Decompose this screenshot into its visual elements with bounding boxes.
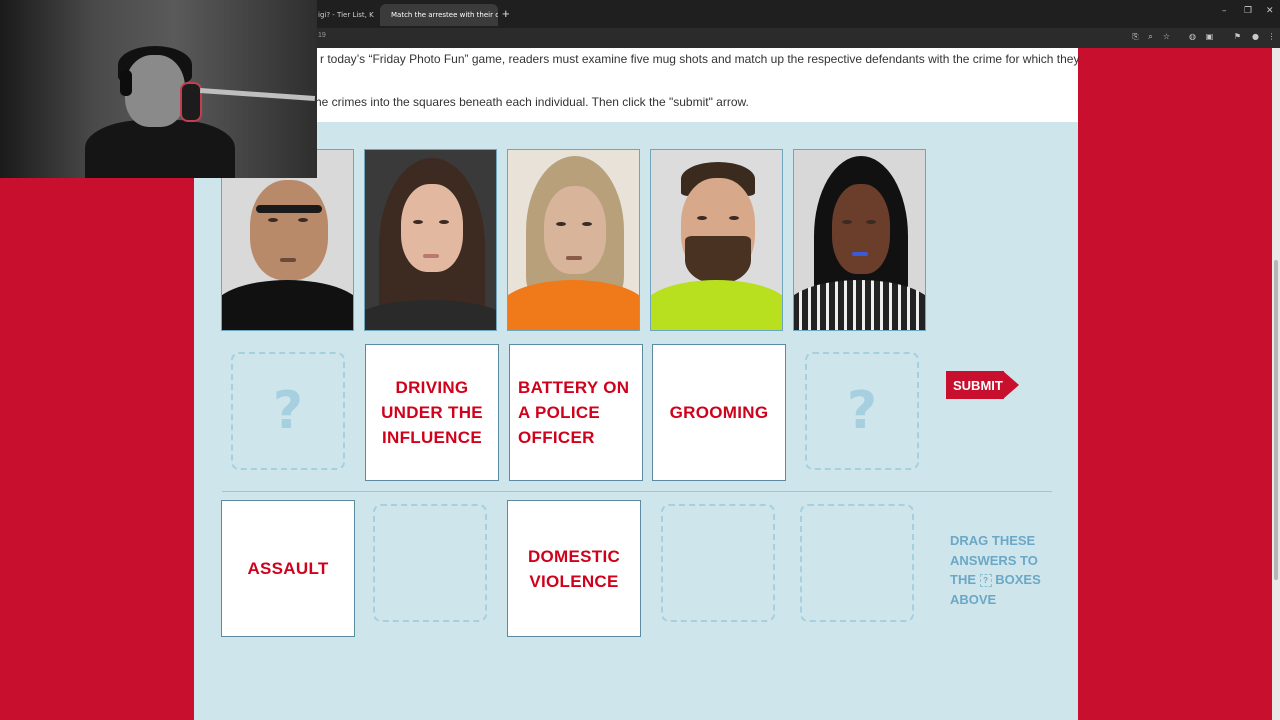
answer-bank-empty-2	[373, 504, 487, 622]
profile-avatar-icon[interactable]: ●	[1250, 31, 1261, 42]
intro-line-1: r today’s “Friday Photo Fun” game, reade…	[320, 52, 1080, 66]
microphone-icon	[180, 82, 202, 122]
mugshot-3	[507, 149, 640, 331]
drag-hint-line-1: DRAG THESE	[950, 533, 1036, 548]
close-window-button[interactable]: ✕	[1266, 6, 1274, 16]
flag-extension-icon[interactable]: ⚑	[1232, 31, 1243, 42]
answer-slot-5[interactable]: ?	[805, 352, 919, 470]
tab-label: igi? - Tier List, K	[318, 11, 374, 19]
answer-bank-card-3[interactable]: DOMESTIC VIOLENCE	[507, 500, 641, 637]
drag-hint-boxes: BOXES	[995, 572, 1041, 587]
drag-instructions: DRAG THESE ANSWERS TO THE ? BOXES ABOVE	[950, 531, 1060, 609]
intro-line-2: he crimes into the squares beneath each …	[315, 95, 749, 109]
drag-hint-line-4: ABOVE	[950, 591, 997, 607]
extension-icon[interactable]: ◍	[1187, 31, 1198, 42]
menu-kebab-icon[interactable]: ⋮	[1266, 31, 1277, 42]
placed-answer-2[interactable]: DRIVING UNDER THE INFLUENCE	[365, 344, 499, 481]
translate-icon[interactable]: ⎘	[1130, 31, 1141, 42]
placed-answer-3[interactable]: BATTERY ON A POLICE OFFICER	[509, 344, 643, 481]
answer-label: ASSAULT	[247, 559, 329, 578]
scrollbar-thumb[interactable]	[1274, 260, 1278, 580]
intro-paragraph: r today’s “Friday Photo Fun” game, reade…	[194, 48, 1080, 122]
new-tab-button[interactable]: +	[502, 6, 510, 21]
tab-label: Match the arrestee with their c	[391, 11, 498, 19]
headphones-icon	[120, 70, 132, 96]
answer-bank-empty-5	[800, 504, 914, 622]
page-side-panel-right	[1078, 48, 1280, 720]
browser-tab-match-arrestee[interactable]: Match the arrestee with their c ✕	[380, 4, 498, 26]
answer-bank-card-1[interactable]: ASSAULT	[221, 500, 355, 637]
answer-slot-1[interactable]: ?	[231, 352, 345, 470]
submit-arrow-icon	[1003, 371, 1019, 399]
drag-hint-line-3: THE ? BOXES	[950, 570, 1060, 590]
zoom-icon[interactable]: ⌕	[1145, 31, 1156, 42]
submit-label: SUBMIT	[946, 371, 1004, 399]
mugshot-4	[650, 149, 783, 331]
mugshot-5	[793, 149, 926, 331]
restore-button[interactable]: ❐	[1244, 6, 1252, 16]
answer-label: BATTERY ON A POLICE OFFICER	[518, 378, 630, 447]
bookmark-star-icon[interactable]: ☆	[1161, 31, 1172, 42]
answer-label: DOMESTIC VIOLENCE	[527, 546, 621, 591]
submit-button[interactable]: SUBMIT	[946, 371, 1020, 399]
browser-tab-tier-list[interactable]: igi? - Tier List, K ✕	[312, 4, 378, 26]
drag-hint-line-2: ANSWERS TO	[950, 552, 1038, 568]
streamer-face	[125, 55, 185, 127]
streamer-body	[85, 120, 235, 178]
placed-answer-4[interactable]: GROOMING	[652, 344, 786, 481]
minimize-button[interactable]: –	[1222, 6, 1227, 16]
row-divider	[222, 491, 1052, 492]
answer-label: GROOMING	[669, 403, 769, 422]
answer-label: DRIVING UNDER THE INFLUENCE	[381, 378, 483, 447]
address-text[interactable]: 19	[318, 32, 326, 39]
webcam-overlay	[0, 0, 317, 178]
puzzle-extensions-icon[interactable]: ▣	[1204, 31, 1215, 42]
answer-bank-empty-4	[661, 504, 775, 622]
drag-hint-the: THE	[950, 572, 976, 587]
question-box-icon: ?	[979, 574, 992, 588]
mugshot-2	[364, 149, 497, 331]
